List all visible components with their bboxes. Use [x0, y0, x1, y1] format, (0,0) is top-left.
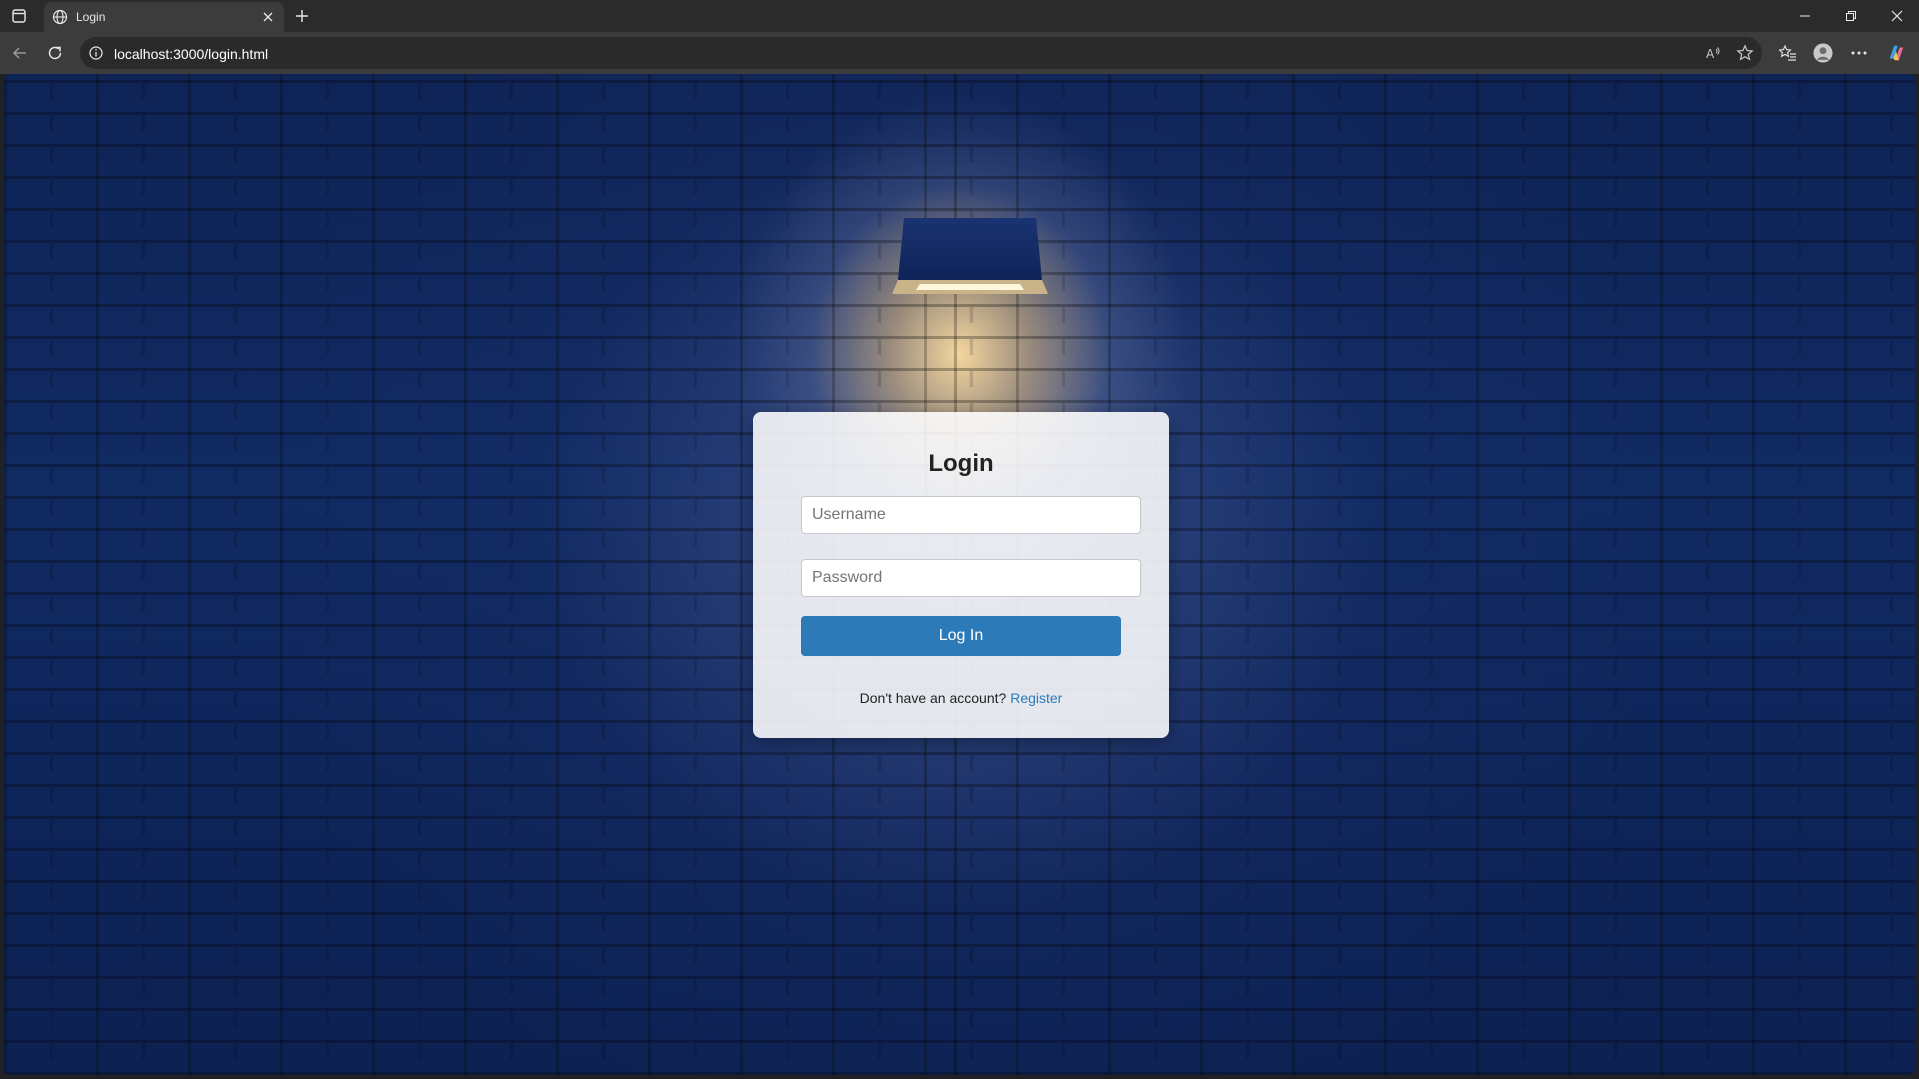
browser-tab[interactable]: Login [44, 2, 284, 32]
register-prompt-line: Don't have an account? Register [753, 690, 1169, 706]
wall-lamp [892, 218, 1048, 294]
globe-icon [52, 9, 68, 25]
username-input[interactable] [801, 496, 1141, 534]
close-icon[interactable] [260, 9, 276, 25]
minimize-icon[interactable] [1783, 0, 1827, 32]
svg-text:A: A [1706, 47, 1715, 61]
refresh-icon[interactable] [45, 43, 65, 63]
register-link[interactable]: Register [1010, 690, 1062, 706]
more-icon[interactable] [1849, 43, 1869, 63]
copilot-icon[interactable] [1886, 43, 1906, 63]
login-button[interactable]: Log In [801, 616, 1121, 656]
register-prompt: Don't have an account? [859, 690, 1007, 706]
login-card: Login Log In Don't have an account? Regi… [753, 412, 1169, 738]
restore-icon[interactable] [1829, 0, 1873, 32]
url-text[interactable]: localhost:3000/login.html [114, 46, 268, 62]
star-icon[interactable] [1736, 44, 1754, 62]
address-bar[interactable]: localhost:3000/login.html A [80, 37, 1762, 69]
close-window-icon[interactable] [1875, 0, 1919, 32]
read-aloud-icon[interactable]: A [1704, 44, 1722, 62]
info-icon[interactable] [88, 45, 104, 61]
password-input[interactable] [801, 559, 1141, 597]
page-viewport: Login Log In Don't have an account? Regi… [4, 74, 1915, 1075]
back-arrow-icon[interactable] [10, 43, 30, 63]
login-title: Login [928, 450, 994, 477]
browser-toolbar: localhost:3000/login.html A [0, 32, 1919, 74]
tab-title: Login [76, 10, 106, 24]
tab-actions-icon[interactable] [10, 7, 28, 25]
favorites-icon[interactable] [1778, 43, 1798, 63]
plus-icon[interactable] [292, 6, 312, 26]
browser-titlebar: Login [0, 0, 1919, 32]
profile-icon[interactable] [1813, 43, 1833, 63]
